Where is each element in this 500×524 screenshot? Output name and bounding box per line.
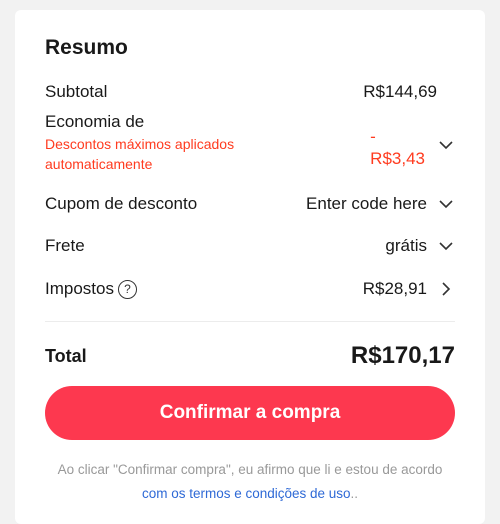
chevron-right-icon[interactable] <box>437 280 455 298</box>
shipping-label: Frete <box>45 236 85 255</box>
help-icon[interactable]: ? <box>117 279 137 299</box>
savings-sign: - <box>370 127 376 146</box>
chevron-down-icon[interactable] <box>437 195 455 213</box>
terms-link[interactable]: com os termos e condições de uso <box>142 486 351 501</box>
summary-title: Resumo <box>45 36 128 59</box>
shipping-value[interactable]: grátis <box>385 236 455 256</box>
total-row: Total R$170,17 <box>45 342 455 370</box>
taxes-amount: R$28,91 <box>362 279 427 298</box>
legal-text: Ao clicar "Confirmar compra", eu afirmo … <box>57 462 443 477</box>
savings-block: Economia de Descontos máximos aplicados … <box>45 112 275 174</box>
taxes-row[interactable]: Impostos ? R$28,91 <box>45 279 455 299</box>
confirm-purchase-button[interactable]: Confirmar a compra <box>45 386 455 440</box>
taxes-value[interactable]: R$28,91 <box>363 279 455 299</box>
total-label: Total <box>45 345 87 366</box>
savings-note: Descontos máximos aplicados automaticame… <box>45 136 235 172</box>
shipping-row[interactable]: Frete grátis <box>45 236 455 256</box>
savings-amount: R$3,43 <box>370 149 425 168</box>
coupon-label: Cupom de desconto <box>45 194 198 213</box>
legal-suffix: .. <box>350 486 359 501</box>
savings-value: - R$3,43 <box>370 126 425 170</box>
coupon-row[interactable]: Cupom de desconto Enter code here <box>45 194 455 214</box>
savings-label: Economia de <box>45 112 145 131</box>
chevron-down-icon[interactable] <box>437 237 455 255</box>
total-value: R$170,17 <box>350 342 455 369</box>
legal-notice: Ao clicar "Confirmar compra", eu afirmo … <box>45 458 455 506</box>
subtotal-label: Subtotal <box>45 82 108 101</box>
taxes-label-group: Impostos ? <box>45 279 137 299</box>
order-summary-card: Resumo Subtotal R$144,69 Economia de Des… <box>15 10 485 524</box>
chevron-down-icon[interactable] <box>437 136 455 154</box>
subtotal-row: Subtotal R$144,69 <box>45 82 455 102</box>
divider <box>45 321 455 322</box>
coupon-input-text[interactable]: Enter code here <box>306 194 427 214</box>
taxes-label: Impostos <box>45 279 114 298</box>
subtotal-value: R$144,69 <box>363 82 437 101</box>
coupon-value[interactable]: Enter code here <box>306 194 455 214</box>
shipping-amount: grátis <box>385 236 427 255</box>
